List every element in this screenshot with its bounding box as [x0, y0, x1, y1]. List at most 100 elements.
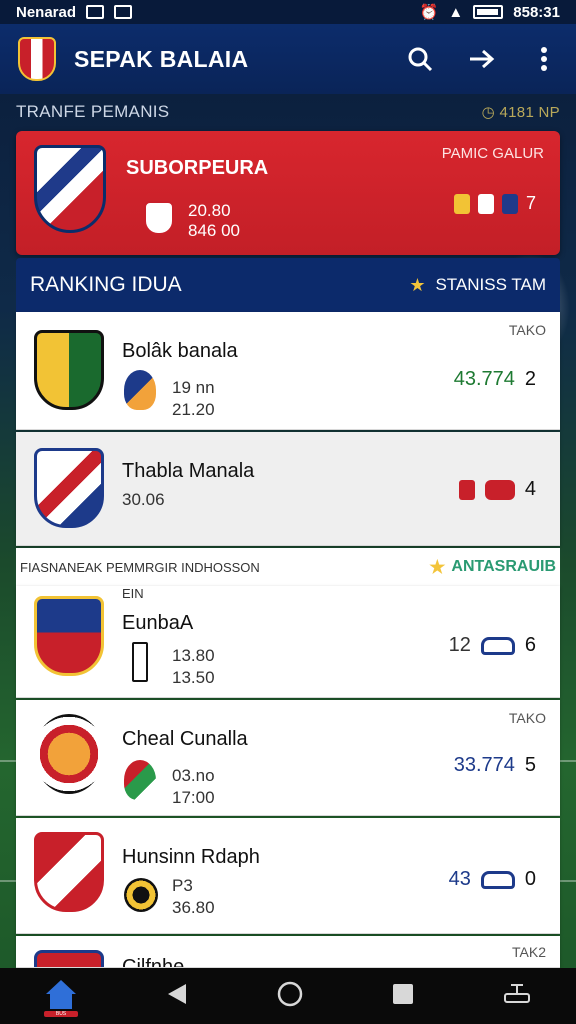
home-roof [46, 980, 76, 994]
club-crest-icon [34, 330, 104, 410]
home-body [50, 993, 72, 1009]
club-crest-icon [34, 448, 104, 528]
rank-value: 0 [524, 868, 536, 890]
transfer-section-title: TRANFE PEMANIS [16, 102, 170, 121]
list-item[interactable]: Thabla Manala 30.06 4 [16, 432, 560, 546]
rank-value: 5 [524, 754, 536, 776]
row-line-1: 30.06 [122, 490, 165, 509]
club-mini-icon [124, 760, 156, 800]
recents-icon[interactable] [392, 983, 414, 1010]
transfer-club-name: SUBORPEURA [126, 157, 269, 179]
list-item[interactable]: EIN EunbaA 13.80 13.50 12 6 [16, 586, 560, 698]
car-icon [480, 870, 515, 889]
transfer-card[interactable]: SUBORPEURA 20.80 846 00 PAMIC GALUR 7 [16, 131, 560, 255]
club-name: Thabla Manala [122, 460, 255, 482]
club-mini-icon [124, 878, 158, 912]
home-button-icon[interactable] [276, 980, 304, 1013]
row-line-1: 19 nn [172, 378, 215, 397]
club-name: EunbaA [122, 612, 194, 634]
club-crest-icon [34, 832, 104, 912]
row-score: 4 [458, 478, 536, 501]
list-item[interactable]: Hunsinn Rdaph P3 36.80 43 0 [16, 818, 560, 934]
league-section-header: FIASNANEAK PEMMRGIR INDHOSSON ★ ANTASRAU… [16, 548, 560, 586]
club-name: Cilfnhe [122, 956, 185, 968]
club-mini-icon [124, 370, 156, 410]
transfer-value-2: 846 00 [188, 221, 240, 240]
club-name: Cheal Cunalla [122, 728, 248, 750]
row-score: 43.774 2 [454, 368, 536, 391]
rank-value: 4 [524, 478, 536, 500]
app-bar: SEPAK BALAIA [0, 24, 576, 94]
score-value: 43 [448, 868, 471, 890]
keyboard-switch-icon[interactable] [502, 981, 532, 1012]
kit-icon [477, 193, 494, 214]
league-section-link[interactable]: ANTASRAUIB [451, 558, 556, 576]
club-crest-icon [34, 714, 104, 794]
status-bar: Nenarad ⏰ ▲ 858:31 [0, 0, 576, 24]
list-item[interactable]: Cheal Cunalla 03.no 17:00 TAKO 33.774 5 [16, 700, 560, 816]
app-logo[interactable] [18, 37, 56, 81]
row-line-2: 21.20 [172, 400, 215, 419]
row-tag: TAKO [508, 322, 546, 338]
home-badge-label: BUS [55, 1011, 67, 1017]
kit-icon [453, 193, 470, 214]
club-crest-icon [34, 145, 106, 233]
star-icon: ★ [429, 556, 446, 577]
more-menu-icon[interactable] [530, 45, 558, 73]
ranking-header: RANKING IDUA ★ STANISS TAM [16, 258, 560, 312]
transfer-card-label: PAMIC GALUR [441, 145, 544, 162]
home-badge: BUS [44, 1011, 78, 1017]
transfer-section-meta: ◷ 4181 NP [481, 104, 560, 121]
transfer-meta-value: 4181 NP [499, 104, 560, 121]
row-line-1: P3 [172, 876, 193, 895]
score-value: 12 [448, 634, 471, 656]
transfer-section-header: TRANFE PEMANIS ◷ 4181 NP [16, 94, 560, 130]
row-score: 33.774 5 [454, 754, 536, 777]
home-icon[interactable]: BUS [44, 980, 78, 1017]
row-line-1: 13.80 [172, 646, 215, 665]
trophy-icon [132, 642, 148, 682]
kit-icon [501, 193, 518, 214]
clock: 858:31 [513, 3, 560, 21]
back-icon[interactable] [166, 982, 188, 1011]
club-badge-icon [144, 201, 174, 235]
ranking-standings-link[interactable]: STANISS TAM [435, 275, 546, 295]
list-item[interactable]: Bolâk banala 19 nn 21.20 TAKO 43.774 2 [16, 312, 560, 430]
score-value: 33.774 [453, 754, 515, 776]
carrier-label: Nenarad [16, 3, 77, 21]
row-line-2: 13.50 [172, 668, 215, 687]
share-arrow-icon[interactable] [468, 45, 496, 73]
app-title: SEPAK BALAIA [74, 45, 249, 72]
list-item[interactable]: Cilfnhe TAK2 [16, 936, 560, 968]
row-score: 43 0 [449, 868, 536, 891]
league-section-title: FIASNANEAK PEMMRGIR INDHOSSON [20, 559, 260, 575]
row-score: 12 6 [449, 634, 536, 657]
row-line-2: 17:00 [172, 788, 215, 807]
club-crest-icon [34, 950, 104, 967]
ranking-title: RANKING IDUA [30, 273, 182, 296]
app-notification-icon [114, 5, 133, 19]
search-icon[interactable] [406, 45, 434, 73]
transfer-value-1: 20.80 [188, 201, 231, 220]
car-icon [484, 479, 515, 500]
car-icon [480, 636, 515, 655]
row-line-2: 36.80 [172, 898, 215, 917]
star-icon: ★ [409, 274, 426, 295]
row-tag: TAKO [508, 710, 546, 726]
kit-icon [458, 479, 475, 500]
bottom-navigation: BUS [0, 968, 576, 1024]
transfer-count: 7 [525, 193, 536, 213]
battery-icon [473, 5, 504, 19]
club-crest-icon [34, 596, 104, 676]
row-line-1: 03.no [172, 766, 215, 785]
club-name: Hunsinn Rdaph [122, 846, 260, 868]
row-sub: EIN [122, 586, 144, 601]
row-tag: TAK2 [512, 944, 546, 960]
score-value: 43.774 [453, 368, 515, 390]
rank-value: 6 [524, 634, 536, 656]
alarm-icon: ⏰ [419, 4, 439, 21]
club-name: Bolâk banala [122, 340, 238, 362]
notification-icon [86, 5, 105, 19]
signal-icon: ▲ [448, 3, 464, 21]
transfer-card-stats: 7 [453, 193, 536, 214]
